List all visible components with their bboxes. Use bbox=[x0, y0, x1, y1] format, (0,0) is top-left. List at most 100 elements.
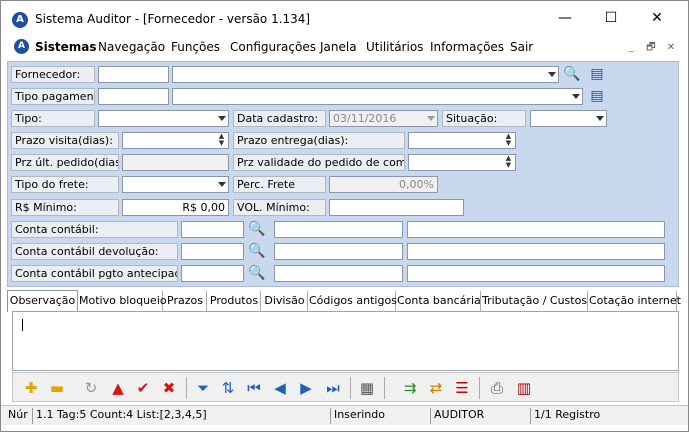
conta-pgto-number-input[interactable] bbox=[274, 265, 403, 282]
chevron-down-icon bbox=[572, 94, 580, 99]
fornecedor-form: Fornecedor: 🔍 ▤ Tipo pagamento: ▤ Tipo: … bbox=[7, 61, 679, 287]
menu-utilitarios[interactable]: Utilitários bbox=[366, 40, 423, 54]
chevron-down-icon bbox=[218, 182, 226, 187]
report-icon[interactable]: ▥ bbox=[513, 377, 535, 399]
conta-pgto-code-input[interactable] bbox=[181, 265, 244, 282]
search-icon[interactable]: 🔍 bbox=[563, 65, 581, 83]
prz-validade-label: Prz validade do pedido de compra: bbox=[233, 154, 405, 171]
lookup-icon[interactable]: ▤ bbox=[588, 87, 606, 105]
tab-conta-bancaria[interactable]: Conta bancária bbox=[397, 291, 481, 311]
vol-minimo-label: VOL. Mínimo: bbox=[233, 199, 326, 216]
transfer-icon[interactable]: ⇄ bbox=[425, 377, 447, 399]
print-icon[interactable]: ⎙ bbox=[486, 377, 508, 399]
menu-janela[interactable]: Janela bbox=[320, 40, 357, 54]
remove-icon[interactable]: ▬ bbox=[46, 377, 68, 399]
add-icon[interactable]: ✚ bbox=[20, 377, 42, 399]
tipo-frete-label: Tipo do frete: bbox=[11, 176, 119, 193]
observacao-textarea[interactable] bbox=[12, 311, 679, 371]
vol-minimo-input[interactable] bbox=[329, 199, 464, 216]
prazo-visita-input[interactable]: ▲ ▼ bbox=[122, 132, 229, 149]
menu-navegacao[interactable]: Navegação bbox=[98, 40, 165, 54]
conta-contabil-code-input[interactable] bbox=[181, 221, 244, 238]
chevron-down-icon bbox=[218, 116, 226, 121]
tab-motivo-bloqueio[interactable]: Motivo bloqueio bbox=[79, 291, 167, 311]
situacao-label: Situação: bbox=[442, 110, 526, 127]
fornecedor-select[interactable] bbox=[172, 66, 559, 83]
conta-devolucao-code-input[interactable] bbox=[181, 243, 244, 260]
menu-sistemas[interactable]: Sistemas bbox=[35, 40, 97, 54]
conta-pgto-desc-input[interactable] bbox=[407, 265, 665, 282]
menu-informacoes[interactable]: Informações bbox=[430, 40, 504, 54]
chevron-down-icon bbox=[596, 116, 604, 121]
search-icon[interactable]: 🔍 bbox=[248, 264, 266, 282]
confirm-icon[interactable]: ✔ bbox=[132, 377, 154, 399]
maximize-button[interactable]: ☐ bbox=[588, 5, 634, 31]
conta-contabil-desc-input[interactable] bbox=[407, 221, 665, 238]
tab-tributacao-custos[interactable]: Tributação / Custos bbox=[482, 291, 588, 311]
prz-validade-input[interactable]: ▲ ▼ bbox=[408, 154, 516, 171]
menu-sair[interactable]: Sair bbox=[510, 40, 533, 54]
chevron-down-icon bbox=[548, 72, 556, 77]
tab-cotacao-internet[interactable]: Cotação internet bbox=[589, 291, 681, 311]
minimize-button[interactable]: — bbox=[542, 5, 588, 31]
cancel-icon[interactable]: ✖ bbox=[158, 377, 180, 399]
rs-minimo-input[interactable]: R$ 0,00 bbox=[122, 199, 229, 216]
edit-icon[interactable]: ▲ bbox=[107, 377, 129, 399]
status-mode: Inserindo bbox=[330, 408, 430, 424]
tab-divisao[interactable]: Divisão bbox=[262, 291, 308, 311]
prazo-entrega-input[interactable]: ▲ ▼ bbox=[408, 132, 516, 149]
conta-devolucao-desc-input[interactable] bbox=[407, 243, 665, 260]
lookup-icon[interactable]: ▤ bbox=[588, 65, 606, 83]
perc-frete-label: Perc. Frete bbox=[233, 176, 326, 193]
tipo-pagamento-select[interactable] bbox=[172, 88, 583, 105]
status-user: AUDITOR bbox=[430, 408, 530, 424]
tab-observacao[interactable]: Observação bbox=[7, 290, 78, 312]
tab-prazos[interactable]: Prazos bbox=[164, 291, 207, 311]
close-button[interactable]: ✕ bbox=[634, 5, 680, 31]
title-bar: A Sistema Auditor - [Fornecedor - versão… bbox=[1, 1, 688, 33]
mdi-close-button[interactable]: ✕ bbox=[662, 40, 680, 56]
search-icon[interactable]: 🔍 bbox=[248, 242, 266, 260]
status-info: 1.1 Tag:5 Count:4 List:[2,3,4,5] bbox=[32, 408, 330, 424]
tipo-label: Tipo: bbox=[11, 110, 95, 127]
last-record-icon[interactable]: ⏭ bbox=[322, 377, 344, 399]
filter-icon[interactable]: ⏷ bbox=[192, 377, 214, 399]
refresh-icon[interactable]: ↻ bbox=[80, 377, 102, 399]
mdi-minimize-button[interactable]: _ bbox=[622, 40, 640, 56]
export-icon[interactable]: ⇉ bbox=[399, 377, 421, 399]
tipo-pagamento-code-input[interactable] bbox=[98, 88, 169, 105]
status-bar: Núr 1.1 Tag:5 Count:4 List:[2,3,4,5] Ins… bbox=[1, 405, 688, 425]
chevron-down-icon bbox=[427, 116, 435, 121]
conta-contabil-number-input[interactable] bbox=[274, 221, 403, 238]
situacao-select[interactable] bbox=[530, 110, 607, 127]
mdi-restore-button[interactable]: 🗗 bbox=[642, 40, 660, 56]
fornecedor-code-input[interactable] bbox=[98, 66, 169, 83]
data-cadastro-label: Data cadastro: bbox=[233, 110, 326, 127]
spinner-arrows-icon[interactable]: ▲ ▼ bbox=[504, 133, 513, 148]
sort-icon[interactable]: ⇅ bbox=[217, 377, 239, 399]
prz-ult-pedido-input bbox=[122, 154, 229, 171]
tipo-select[interactable] bbox=[98, 110, 229, 127]
status-records: 1/1 Registro bbox=[530, 408, 680, 424]
menu-configuracoes[interactable]: Configurações bbox=[230, 40, 316, 54]
tipo-frete-select[interactable] bbox=[122, 176, 229, 193]
prz-ult-pedido-label: Prz últ. pedido(dias): bbox=[11, 154, 119, 171]
rs-minimo-label: R$ Mínimo: bbox=[11, 199, 119, 216]
conta-devolucao-number-input[interactable] bbox=[274, 243, 403, 260]
grid-view-icon[interactable]: ▦ bbox=[356, 377, 378, 399]
spinner-arrows-icon[interactable]: ▲ ▼ bbox=[504, 155, 513, 170]
tab-codigos-antigos[interactable]: Códigos antigos bbox=[309, 291, 397, 311]
conta-contabil-label: Conta contábil: bbox=[11, 221, 178, 238]
search-icon[interactable]: 🔍 bbox=[248, 220, 266, 238]
toolbar-separator bbox=[350, 377, 351, 399]
first-record-icon[interactable]: ⏮ bbox=[243, 377, 265, 399]
perc-frete-input: 0,00% bbox=[329, 176, 438, 193]
tab-produtos[interactable]: Produtos bbox=[208, 291, 261, 311]
list-icon[interactable]: ☰ bbox=[451, 377, 473, 399]
next-record-icon[interactable]: ▶ bbox=[295, 377, 317, 399]
conta-contabil-devolucao-label: Conta contábil devolução: bbox=[11, 243, 178, 260]
window-title: Sistema Auditor - [Fornecedor - versão 1… bbox=[35, 12, 311, 26]
spinner-arrows-icon[interactable]: ▲ ▼ bbox=[217, 133, 226, 148]
menu-funcoes[interactable]: Funções bbox=[171, 40, 220, 54]
prior-record-icon[interactable]: ◀ bbox=[269, 377, 291, 399]
